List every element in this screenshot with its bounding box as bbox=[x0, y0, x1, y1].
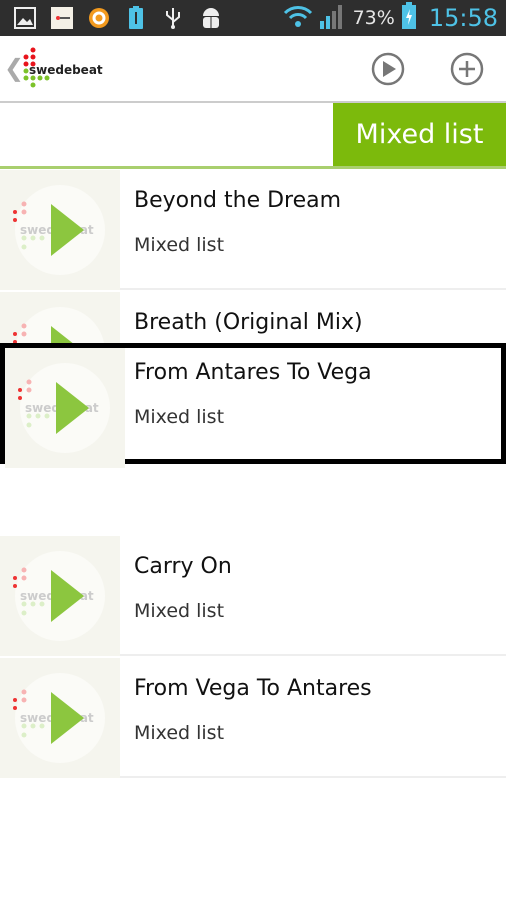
battery-percent: 73% bbox=[352, 7, 395, 29]
track-title: Carry On bbox=[134, 554, 232, 579]
plus-circle-icon bbox=[450, 52, 484, 86]
battery-charging-icon bbox=[401, 2, 417, 34]
tab-bar: Mixed list bbox=[0, 103, 506, 169]
orange-app-icon bbox=[88, 7, 110, 29]
track-subtitle: Mixed list bbox=[134, 406, 225, 428]
add-button[interactable] bbox=[450, 52, 484, 86]
list-item-highlighted[interactable]: swedebeat From Antares To Vega Mixed lis… bbox=[0, 343, 506, 468]
track-thumbnail: swedebeat bbox=[0, 536, 120, 656]
track-thumbnail: swedebeat bbox=[0, 170, 120, 290]
signal-icon bbox=[319, 3, 347, 33]
track-thumbnail-icon: swedebeat bbox=[18, 363, 110, 453]
list-item[interactable]: swedebeat Beyond the Dream Mixed list bbox=[0, 170, 506, 290]
play-all-button[interactable] bbox=[371, 52, 405, 86]
status-bar: 73% 15:58 bbox=[0, 0, 506, 36]
usb-storage-icon bbox=[125, 6, 147, 29]
track-thumbnail-icon: swedebeat bbox=[13, 551, 105, 641]
android-debug-icon bbox=[199, 7, 221, 29]
app-header: ❮ swedebeat bbox=[0, 36, 506, 103]
track-title: From Antares To Vega bbox=[134, 360, 372, 385]
play-circle-icon bbox=[371, 52, 405, 86]
track-subtitle: Mixed list bbox=[134, 722, 225, 744]
swedebeat-app-icon bbox=[51, 7, 73, 29]
swedebeat-logo[interactable]: swedebeat bbox=[20, 46, 110, 96]
gallery-icon bbox=[14, 7, 36, 29]
track-title: Beyond the Dream bbox=[134, 188, 342, 213]
wifi-icon bbox=[283, 4, 313, 32]
list-item[interactable]: swedebeat Carry On Mixed list bbox=[0, 536, 506, 656]
track-title: Breath (Original Mix) bbox=[134, 310, 363, 335]
track-title: From Vega To Antares bbox=[134, 676, 372, 701]
tab-mixed-list[interactable]: Mixed list bbox=[333, 103, 506, 166]
clock: 15:58 bbox=[428, 4, 498, 32]
usb-icon bbox=[162, 7, 184, 29]
track-subtitle: Mixed list bbox=[134, 600, 225, 622]
track-subtitle: Mixed list bbox=[134, 234, 225, 256]
track-thumbnail: swedebeat bbox=[0, 658, 120, 778]
svg-text:swedebeat: swedebeat bbox=[29, 63, 103, 77]
track-thumbnail-icon: swedebeat bbox=[13, 185, 105, 275]
track-thumbnail: swedebeat bbox=[5, 348, 125, 468]
track-thumbnail-icon: swedebeat bbox=[13, 673, 105, 763]
list-item[interactable]: swedebeat From Vega To Antares Mixed lis… bbox=[0, 658, 506, 778]
